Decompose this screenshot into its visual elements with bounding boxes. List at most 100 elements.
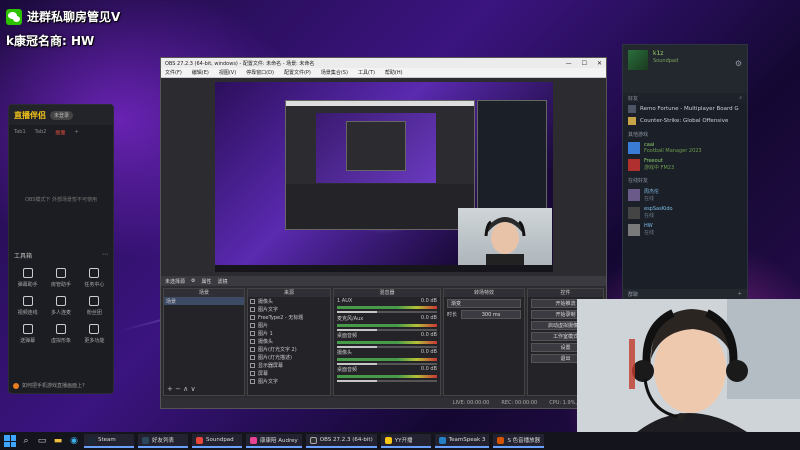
source-item[interactable]: 图片 xyxy=(248,321,330,329)
source-item[interactable]: 图片文字 xyxy=(248,305,330,313)
taskbar: ⌕ ▭ ▬ ◉ Steam 好友列表 Soundpad 康康陪 Audrey O… xyxy=(0,432,800,450)
windows-start-icon[interactable] xyxy=(4,435,16,447)
avatar xyxy=(628,206,640,219)
volume-slider[interactable] xyxy=(337,311,437,313)
tools-grid: 弹幕助手 房管助手 任务中心 视频连线 多人连麦 粉丝团 送弹幕 虚拟形象 更多… xyxy=(9,260,113,344)
menu-profile[interactable]: 配置文件(P) xyxy=(284,69,311,76)
taskbar-app[interactable]: 好友列表 xyxy=(138,434,188,448)
taskbar-app[interactable]: S 色音播放器 xyxy=(493,434,545,448)
avatar[interactable] xyxy=(628,50,648,70)
friend-item[interactable]: HW 在线 xyxy=(623,221,747,238)
tool-item[interactable]: 视频连线 xyxy=(11,296,44,316)
scenes-dock-title: 场景 xyxy=(164,289,244,297)
game-group[interactable]: Counter-Strike: Global Offensive xyxy=(623,115,747,127)
obs-titlebar: OBS 27.2.3 (64-bit, windows) - 配置文件: 未命名… xyxy=(161,58,606,68)
group-chat-bar[interactable]: 群聊 + xyxy=(623,289,747,299)
tool-item[interactable]: 更多功能 xyxy=(78,324,111,344)
menu-file[interactable]: 文件(F) xyxy=(165,69,182,76)
tool-item[interactable]: 任务中心 xyxy=(78,268,111,288)
menu-scene-collection[interactable]: 场景集合(S) xyxy=(321,69,348,76)
edge-icon[interactable]: ◉ xyxy=(68,435,80,447)
source-item[interactable]: 显示器屏幕 xyxy=(248,361,330,369)
menu-help[interactable]: 帮助(H) xyxy=(385,69,403,76)
scene-controls[interactable]: + − ∧ ∨ xyxy=(167,385,196,393)
taskbar-app[interactable]: OBS 27.2.3 (64-bit) xyxy=(305,434,377,448)
settings-gear-icon[interactable]: ⚙ xyxy=(735,59,742,68)
taskbar-app[interactable]: TeamSpeak 3 xyxy=(434,434,490,448)
taskbar-app[interactable]: Steam xyxy=(84,434,134,448)
close-icon[interactable]: ✕ xyxy=(597,60,602,67)
taskbar-app[interactable]: 康康陪 Audrey xyxy=(246,434,302,448)
source-item[interactable]: 屏幕 xyxy=(248,369,330,377)
taskbar-app[interactable]: YY开播 xyxy=(380,434,431,448)
source-item[interactable]: FreeType2 - 无标题 xyxy=(248,313,330,321)
source-item[interactable]: 图片 1 xyxy=(248,329,330,337)
volume-slider[interactable] xyxy=(337,363,437,365)
properties-button[interactable]: 属性 xyxy=(202,278,212,285)
task-view-icon[interactable]: ▭ xyxy=(36,435,48,447)
source-item[interactable]: 摄像头 xyxy=(248,297,330,305)
tool-item[interactable]: 弹幕助手 xyxy=(11,268,44,288)
volume-meter xyxy=(337,306,437,309)
volume-slider[interactable] xyxy=(337,329,437,331)
friend-item[interactable]: espSasKido 在线 xyxy=(623,204,747,221)
tool-item[interactable]: 虚拟形象 xyxy=(44,324,77,344)
source-item[interactable]: 图片文字 xyxy=(248,377,330,385)
add-tab-icon[interactable]: + xyxy=(74,129,78,136)
tab-scene[interactable]: 画面 xyxy=(55,129,65,136)
file-explorer-icon[interactable]: ▬ xyxy=(52,435,64,447)
tab-1[interactable]: Tab1 xyxy=(14,129,26,136)
mixer-channel[interactable]: 麦克风/Aux 0.0 dB xyxy=(334,314,440,331)
yy-icon xyxy=(384,436,392,444)
obs-preview-canvas[interactable] xyxy=(215,82,553,272)
menu-edit[interactable]: 编辑(E) xyxy=(192,69,209,76)
search-icon[interactable]: ⌕ xyxy=(739,95,742,101)
mixer-channel[interactable]: 桌面音频 0.0 dB xyxy=(334,365,440,382)
tools-more-icon[interactable]: ⋯ xyxy=(102,251,108,260)
companion-footer[interactable]: 如何把手机游戏直播画面上? xyxy=(13,382,85,389)
volume-slider[interactable] xyxy=(337,380,437,382)
filters-button[interactable]: 滤镜 xyxy=(218,278,228,285)
audio-mixer-dock: 混音器 1 AUX 0.0 dB 麦克风/Aux 0.0 dB 桌面音频 0.0 dB… xyxy=(333,288,441,396)
friend-item[interactable]: caai Football Manager 2023 xyxy=(623,140,747,156)
search-icon[interactable]: ⌕ xyxy=(20,435,32,447)
maximize-icon[interactable]: ☐ xyxy=(582,60,587,67)
tool-icon xyxy=(55,296,66,306)
source-type-icon xyxy=(250,346,255,352)
tool-item[interactable]: 粉丝团 xyxy=(78,296,111,316)
obs-statusbar: LIVE: 00:00:00 REC: 00:00:00 CPU: 1.9%, … xyxy=(161,398,606,408)
mixer-channel[interactable]: 摄像头 0.0 dB xyxy=(334,348,440,365)
taskbar-app[interactable]: Soundpad xyxy=(192,434,242,448)
mixer-channel[interactable]: 1 AUX 0.0 dB xyxy=(334,297,440,314)
login-badge[interactable]: 未登录 xyxy=(50,110,74,120)
teamspeak-icon xyxy=(438,436,446,444)
duration-input[interactable]: 300 ms xyxy=(461,310,521,319)
source-item[interactable]: 图片(灯光文字 2) xyxy=(248,345,330,353)
source-item[interactable]: 图片(灯光描述) xyxy=(248,353,330,361)
gear-icon[interactable]: ⚙ xyxy=(191,278,195,284)
add-icon[interactable]: + xyxy=(738,291,742,297)
tool-item[interactable]: 多人连麦 xyxy=(44,296,77,316)
menu-docks[interactable]: 停靠窗口(D) xyxy=(246,69,274,76)
source-type-icon xyxy=(250,322,255,328)
friend-item[interactable]: 周杰伦 在线 xyxy=(623,186,747,204)
menu-view[interactable]: 视图(V) xyxy=(219,69,236,76)
friend-item[interactable]: Freeout 游戏中 FM23 xyxy=(623,156,747,173)
steam-username[interactable]: k1z xyxy=(653,50,663,57)
minimize-icon[interactable]: — xyxy=(566,60,572,67)
mixer-channel[interactable]: 桌面音频 0.0 dB xyxy=(334,331,440,348)
tab-2[interactable]: Tab2 xyxy=(35,129,47,136)
transition-select[interactable]: 渐变 xyxy=(447,299,521,308)
game-group[interactable]: Remo Fortune - Multiplayer Board G xyxy=(623,103,747,115)
source-item[interactable]: 摄像头 xyxy=(248,337,330,345)
menu-tools[interactable]: 工具(T) xyxy=(358,69,375,76)
scene-item[interactable]: 场景 xyxy=(164,297,244,305)
tool-item[interactable]: 送弹幕 xyxy=(11,324,44,344)
overlay-line-2: k康冠名商: HW xyxy=(6,32,94,49)
tools-title: 工具箱 xyxy=(14,253,33,260)
tool-item[interactable]: 房管助手 xyxy=(44,268,77,288)
nested-steam-preview xyxy=(477,100,547,220)
volume-slider[interactable] xyxy=(337,346,437,348)
empty-state-text: OBS模式下 外部场景暂不可使用 xyxy=(24,197,98,203)
section-playing: 其他游戏 xyxy=(628,132,649,138)
